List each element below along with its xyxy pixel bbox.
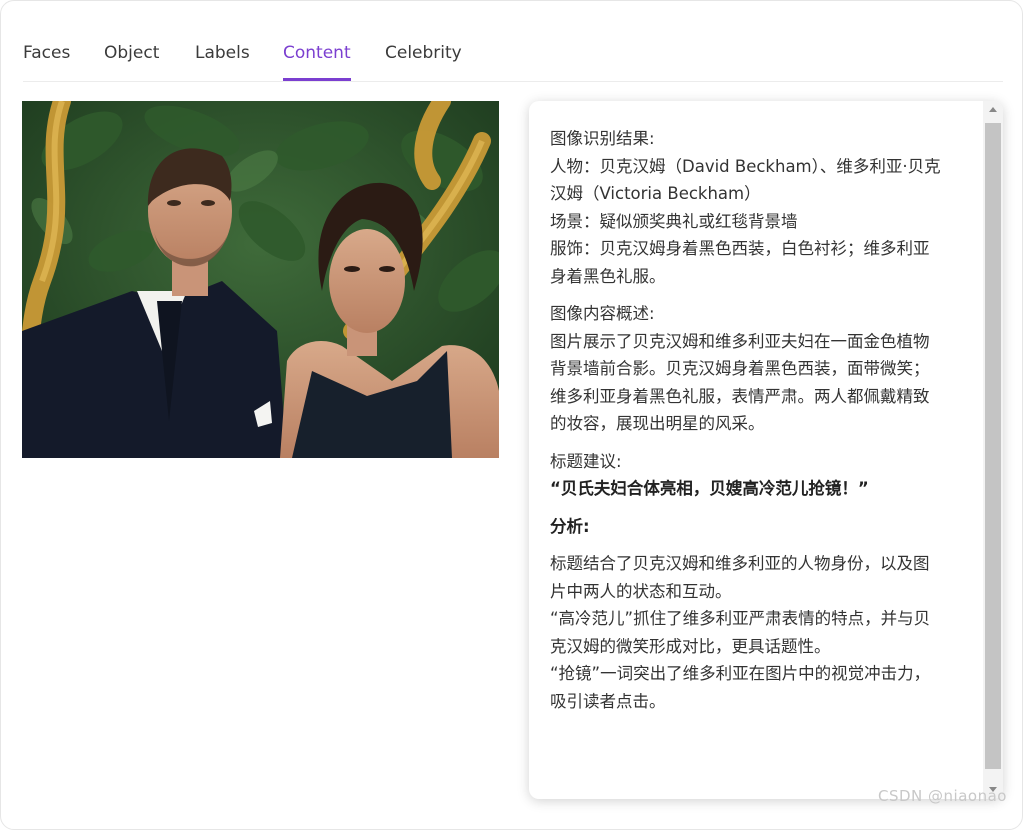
analysis-line: 吸引读者点击。 — [550, 691, 666, 711]
summary-title: 图像内容概述: — [550, 304, 655, 323]
summary-line: 图片展示了贝克汉姆和维多利亚夫妇在一面金色植物 — [550, 331, 930, 351]
headline-title: 标题建议: — [550, 451, 622, 471]
tab-celebrity[interactable]: Celebrity — [385, 43, 462, 81]
watermark: CSDN @niaonao — [878, 787, 1007, 805]
scroll-up-arrow-icon[interactable] — [989, 107, 997, 112]
analysis-line: 标题结合了贝克汉姆和维多利亚的人物身份，以及图 — [550, 554, 930, 573]
tab-content[interactable]: Content — [283, 43, 351, 81]
tab-bar: Faces Object Labels Content Celebrity — [23, 31, 1003, 82]
analysis-line: “抢镜”一词突出了维多利亚在图片中的视觉冲击力， — [550, 664, 931, 683]
person-line-cont: 汉姆（Victoria Beckham） — [550, 184, 761, 203]
recognition-title: 图像识别结果: — [550, 129, 655, 148]
summary-line: 背景墙前合影。贝克汉姆身着黑色西装，面带微笑； — [550, 359, 930, 378]
tab-labels[interactable]: Labels — [195, 43, 250, 81]
analysis-title: 分析: — [550, 516, 590, 536]
analyzed-photo — [22, 101, 499, 458]
clothing-line-cont: 身着黑色礼服。 — [550, 266, 666, 286]
summary-line: 维多利亚身着黑色礼服，表情严肃。两人都佩戴精致 — [550, 386, 930, 406]
vertical-scrollbar[interactable] — [983, 101, 1003, 799]
analysis-line: 片中两人的状态和互动。 — [550, 581, 732, 601]
headline-suggestion: “贝氏夫妇合体亮相，贝嫂高冷范儿抢镜！” — [550, 479, 869, 498]
summary-line: 的妆容，展现出明星的风采。 — [550, 414, 765, 433]
analysis-line: “高冷范儿”抓住了维多利亚严肃表情的特点，并与贝 — [550, 609, 931, 628]
person-line: 人物：贝克汉姆（David Beckham）、维多利亚·贝克 — [550, 156, 941, 176]
app-card: Faces Object Labels Content Celebrity 图像… — [0, 0, 1023, 830]
result-text: 图像识别结果: 人物：贝克汉姆（David Beckham）、维多利亚·贝克 汉… — [550, 125, 956, 715]
scrollbar-thumb[interactable] — [985, 123, 1001, 769]
result-panel[interactable]: 图像识别结果: 人物：贝克汉姆（David Beckham）、维多利亚·贝克 汉… — [529, 101, 1003, 799]
analysis-line: 克汉姆的微笑形成对比，更具话题性。 — [550, 636, 831, 656]
clothing-line: 服饰：贝克汉姆身着黑色西装，白色衬衫；维多利亚 — [550, 239, 930, 258]
scene-line: 场景：疑似颁奖典礼或红毯背景墙 — [550, 211, 798, 231]
tab-faces[interactable]: Faces — [23, 43, 70, 81]
tab-object[interactable]: Object — [104, 43, 159, 81]
